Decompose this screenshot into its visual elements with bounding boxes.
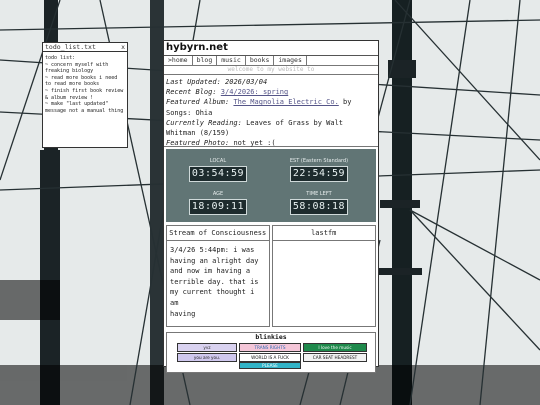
nav-books[interactable]: books — [246, 56, 275, 65]
last-updated-label: Last Updated: — [166, 78, 221, 86]
nav-images[interactable]: images — [274, 56, 307, 65]
clock-value: 18:09:11 — [189, 199, 247, 215]
lastfm-panel: lastfm — [271, 225, 376, 327]
blinkie-button[interactable]: I love the music — [303, 343, 367, 352]
blinkies-title: blinkies — [255, 333, 287, 341]
todo-list-text: todo list: ~ concern myself with freakin… — [45, 55, 124, 114]
clock-est: EST (Eastern Standard) 22:54:59 — [284, 158, 354, 182]
blinkie-button[interactable]: you are you. — [177, 353, 237, 362]
clock-time-left: TIME LEFT 58:08:18 — [284, 191, 354, 215]
featured-album-link[interactable]: The Magnolia Electric Co. — [233, 98, 338, 106]
todo-titlebar[interactable]: todo_list.txt x — [43, 43, 127, 52]
featured-album-label: Featured Album: — [166, 98, 230, 107]
site-header: hybyrn.net — [164, 41, 378, 56]
recent-blog-link[interactable]: 3/4/2026: spring — [221, 88, 288, 96]
stream-text: 3/4/26 5:44pm: i was having an alright d… — [170, 246, 259, 318]
blinkie-button[interactable]: CAR SEAT HEADREST — [303, 353, 367, 362]
panels-row: Stream of Consciousness 3/4/26 5:44pm: i… — [166, 225, 376, 327]
clock-label: TIME LEFT — [306, 191, 332, 197]
status-info: Last Updated: 2026/03/04 Recent Blog: 3/… — [164, 75, 378, 147]
blinkie-button[interactable]: TRANS RIGHTS — [239, 343, 301, 352]
clock-value: 03:54:59 — [189, 166, 247, 182]
recent-blog-label: Recent Blog: — [166, 88, 217, 97]
clock-label: AGE — [212, 191, 224, 197]
close-icon[interactable]: x — [121, 43, 125, 51]
nav-music[interactable]: music — [217, 56, 246, 65]
blinkie-button[interactable]: yvz — [177, 343, 237, 352]
stream-title: Stream of Consciousness — [167, 226, 269, 241]
clock-panel: LOCAL 03:54:59 EST (Eastern Standard) 22… — [166, 149, 376, 222]
stream-panel[interactable]: Stream of Consciousness 3/4/26 5:44pm: i… — [166, 225, 270, 327]
clock-value: 58:08:18 — [290, 199, 348, 215]
clock-label: LOCAL — [209, 158, 227, 164]
blinkies-panel: blinkies yvz TRANS RIGHTS I love the mus… — [166, 332, 376, 373]
featured-photo-label: Featured Photo: — [166, 139, 230, 148]
currently-reading-label: Currently Reading: — [166, 118, 242, 127]
blinkie-button[interactable]: PLEASE — [239, 362, 301, 369]
site-window: hybyrn.net >home blog music books images… — [163, 40, 379, 373]
todo-title: todo_list.txt — [45, 43, 96, 51]
nav-bar: >home blog music books images — [164, 56, 378, 66]
todo-window[interactable]: todo_list.txt x todo list: ~ concern mys… — [42, 42, 128, 148]
clock-label: EST (Eastern Standard) — [289, 158, 349, 164]
last-updated-value: 2026/03/04 — [225, 78, 268, 86]
lastfm-title: lastfm — [272, 226, 375, 241]
nav-blog[interactable]: blog — [193, 56, 218, 65]
clock-local: LOCAL 03:54:59 — [183, 158, 253, 182]
welcome-ticker: welcome to my website to — [164, 66, 378, 75]
clock-value: 22:54:59 — [290, 166, 348, 182]
featured-photo-value: not yet :( — [233, 139, 276, 148]
clock-age: AGE 18:09:11 — [183, 191, 253, 215]
site-title: hybyrn.net — [166, 42, 228, 53]
nav-home[interactable]: >home — [164, 56, 193, 65]
blinkie-button[interactable]: WORLD IS A FUCK — [239, 353, 301, 362]
